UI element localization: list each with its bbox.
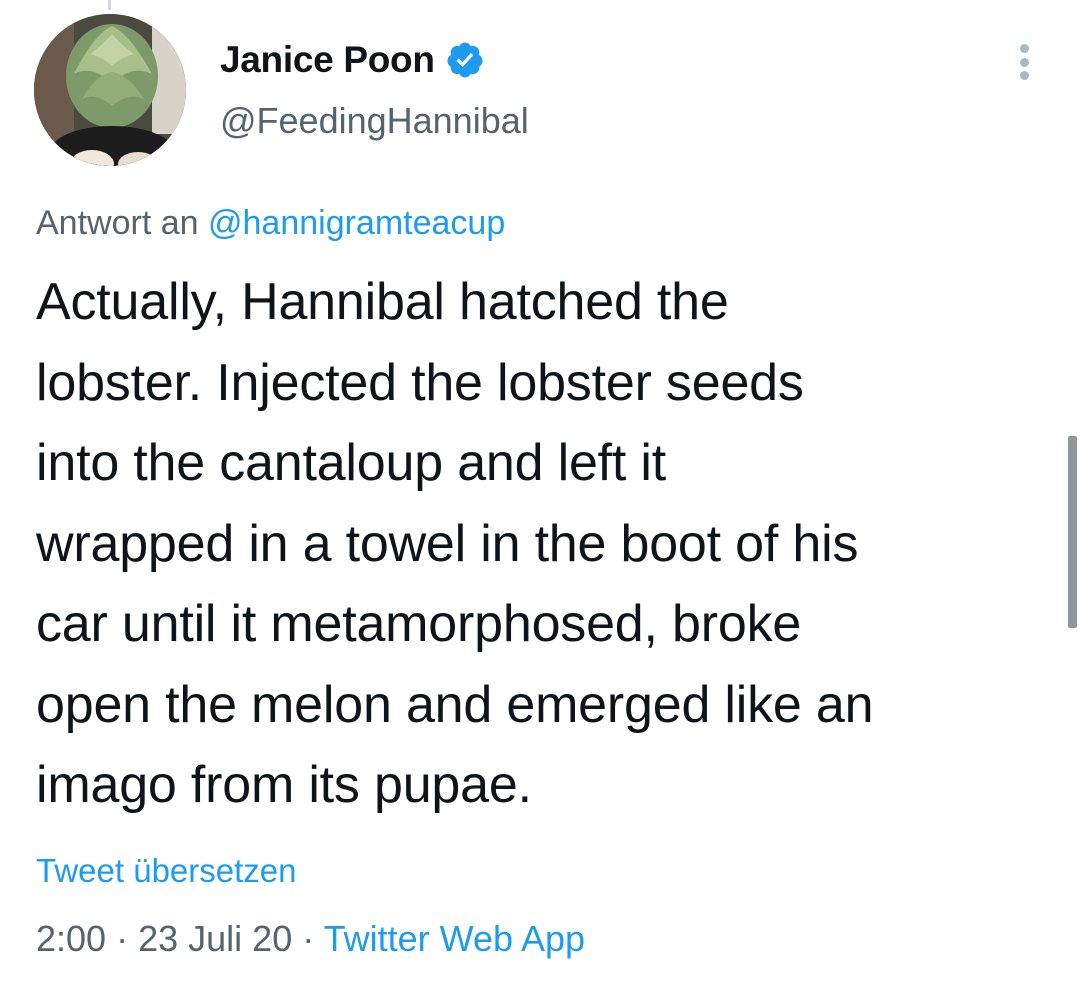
tweet-source-link[interactable]: Twitter Web App [324, 918, 585, 959]
tweet-text: Actually, Hannibal hatched the lobster. … [36, 262, 1046, 826]
meta-separator: · [302, 918, 315, 959]
tweet-time[interactable]: 2:00 [36, 918, 106, 959]
avatar-image [34, 14, 186, 166]
reply-prefix: Antwort an [36, 204, 199, 242]
tweet-text-line: imago from its pupae. [36, 756, 532, 814]
more-options-icon[interactable] [1004, 38, 1044, 86]
more-dot [1019, 44, 1029, 53]
avatar[interactable] [34, 14, 186, 166]
translate-tweet-link[interactable]: Tweet übersetzen [36, 852, 297, 890]
reply-mention-link[interactable]: @hannigramteacup [208, 204, 505, 242]
thread-connector-line [108, 0, 111, 10]
more-dot [1019, 57, 1029, 67]
tweet-text-line: car until it metamorphosed, broke [36, 595, 802, 653]
tweet-text-line: Actually, Hannibal hatched the [36, 273, 729, 331]
meta-separator: · [116, 918, 129, 959]
tweet-detail: Janice Poon @FeedingHannibal Antwort an … [0, 0, 1080, 991]
tweet-text-line: wrapped in a towel in the boot of his [36, 514, 859, 573]
author-name-row: Janice Poon [220, 36, 485, 84]
more-dot [1019, 71, 1029, 80]
tweet-date[interactable]: 23 Juli 20 [138, 918, 292, 959]
reply-context: Antwort an @hannigramteacup [36, 204, 505, 243]
tweet-text-line: lobster. Injected the lobster seeds [36, 353, 804, 412]
tweet-text-line: open the melon and emerged like an [36, 675, 874, 734]
tweet-metadata: 2:00 · 23 Juli 20 · Twitter Web App [36, 918, 585, 960]
author-display-name[interactable]: Janice Poon [220, 39, 435, 81]
author-handle[interactable]: @FeedingHannibal [220, 100, 529, 142]
tweet-text-line: into the cantaloup and left it [36, 434, 667, 492]
verified-badge-icon [445, 40, 485, 80]
scrollbar[interactable] [1068, 436, 1077, 628]
